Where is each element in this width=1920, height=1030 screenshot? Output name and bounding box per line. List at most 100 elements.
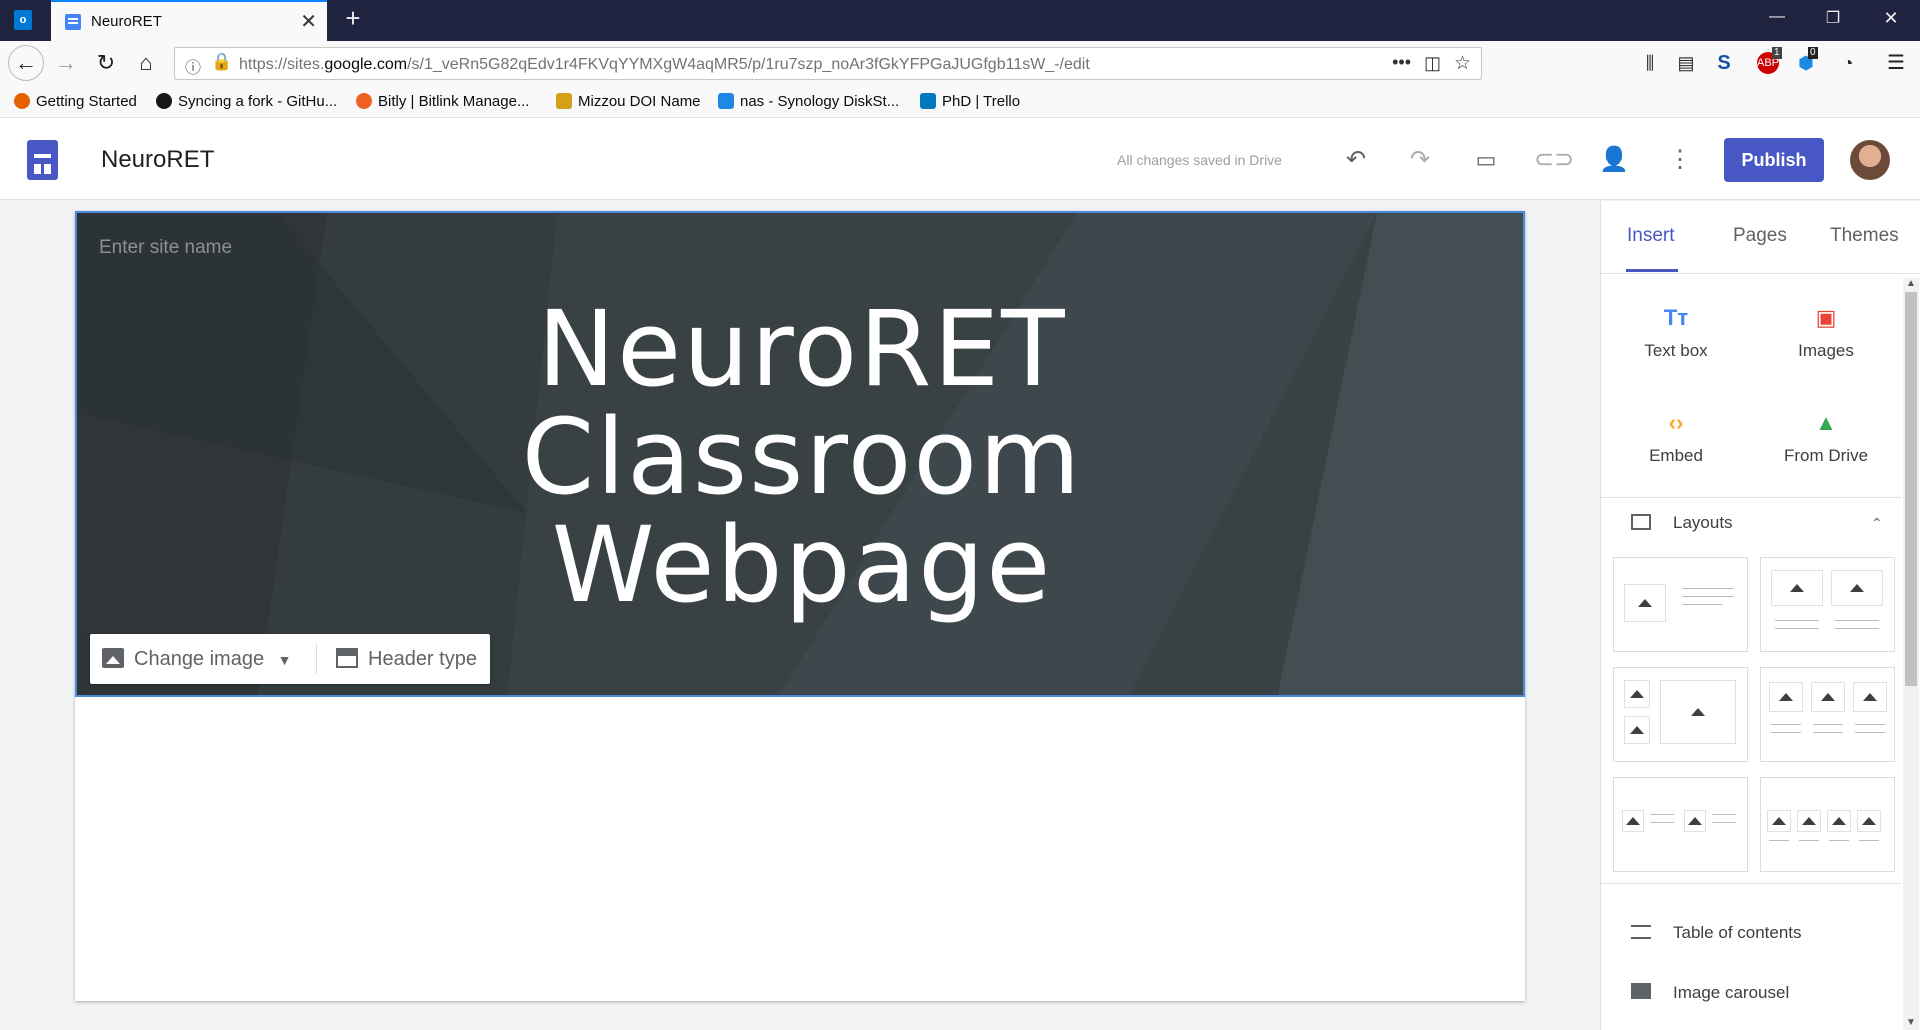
tab-themes[interactable]: Themes — [1830, 225, 1899, 247]
scrollbar-thumb[interactable] — [1905, 292, 1917, 686]
title-line: Classroom — [521, 396, 1083, 518]
close-tab-icon[interactable]: ✕ — [300, 9, 317, 34]
bookmark-item[interactable]: Mizzou DOI Name — [556, 93, 701, 110]
reload-icon[interactable]: ↻ — [90, 47, 122, 79]
home-icon[interactable]: ⌂ — [130, 47, 162, 79]
menu-icon[interactable]: ☰ — [1880, 47, 1912, 79]
text-line — [1813, 724, 1843, 725]
image-icon: ▣ — [1815, 305, 1837, 330]
share-add-person-icon[interactable]: 👤 — [1598, 146, 1630, 174]
text-line — [1682, 604, 1722, 605]
bookmark-item[interactable]: PhD | Trello — [920, 93, 1020, 110]
window-close-icon[interactable]: ✕ — [1876, 8, 1906, 32]
image-placeholder-icon — [1831, 570, 1883, 606]
preview-devices-icon[interactable]: ▭ — [1470, 146, 1502, 174]
outlook-icon[interactable]: o — [14, 10, 32, 30]
more-options-icon[interactable]: ⋮ — [1664, 146, 1696, 174]
text-line — [1799, 840, 1819, 841]
navigation-bar: ← → ↻ ⌂ ⓘ 🔒 https://sites.google.com/s/1… — [0, 41, 1920, 85]
layout-option[interactable] — [1760, 777, 1895, 872]
collapse-chevron-icon[interactable]: ⌃ — [1871, 515, 1883, 532]
change-image-button[interactable]: Change image ▼ — [102, 634, 292, 684]
skype-extension-icon[interactable]: S — [1708, 47, 1740, 79]
layout-option[interactable] — [1760, 667, 1895, 762]
adblock-extension-icon[interactable]: ABP 1 — [1752, 47, 1784, 79]
avatar[interactable] — [1850, 140, 1890, 180]
sync-extension-icon[interactable]: ◔ — [1832, 47, 1864, 79]
forward-icon[interactable]: → — [50, 47, 82, 79]
image-placeholder-icon — [1624, 584, 1666, 622]
insert-label: Text box — [1644, 341, 1708, 360]
insert-images[interactable]: ▣ Images — [1751, 305, 1901, 361]
text-line — [1813, 732, 1843, 733]
pocket-icon[interactable]: ◫ — [1424, 53, 1441, 74]
layout-option[interactable] — [1760, 557, 1895, 652]
back-icon[interactable]: ← — [8, 45, 44, 81]
insert-image-carousel[interactable]: Image carousel — [1631, 983, 1789, 1003]
scroll-down-icon[interactable]: ▼ — [1906, 1017, 1916, 1028]
image-placeholder-icon — [1797, 810, 1821, 832]
restore-icon[interactable]: ❐ — [1818, 8, 1848, 32]
insert-from-drive[interactable]: ▲ From Drive — [1751, 410, 1901, 466]
info-icon[interactable]: ⓘ — [185, 54, 201, 78]
tab-insert[interactable]: Insert — [1627, 225, 1675, 247]
image-placeholder-icon — [1767, 810, 1791, 832]
header-banner[interactable]: Enter site name NeuroRET Classroom Webpa… — [75, 211, 1525, 697]
url-text: https://sites.google.com/s/1_veRn5G82qEd… — [239, 56, 1090, 73]
google-drive-icon: ▲ — [1815, 410, 1837, 435]
image-placeholder-icon — [1771, 570, 1823, 606]
image-icon — [102, 648, 124, 668]
text-line — [1682, 596, 1734, 597]
panel-scrollbar[interactable]: ▲ ▼ — [1903, 278, 1919, 1030]
minimize-icon[interactable]: — — [1762, 8, 1792, 32]
library-icon[interactable]: ⫼ — [1634, 47, 1666, 79]
bookmark-item[interactable]: Getting Started — [14, 93, 137, 110]
toolbar-divider — [316, 644, 317, 674]
redo-icon[interactable]: ↷ — [1404, 146, 1436, 174]
publish-button[interactable]: Publish — [1724, 138, 1824, 182]
layout-option[interactable] — [1613, 777, 1748, 872]
tab-title: NeuroRET — [91, 13, 162, 30]
undo-icon[interactable]: ↶ — [1340, 146, 1372, 174]
bookmark-item[interactable]: Syncing a fork - GitHu... — [156, 93, 337, 110]
bookmark-star-icon[interactable]: ☆ — [1454, 52, 1471, 75]
header-type-button[interactable]: Header type — [336, 634, 477, 684]
new-tab-button[interactable]: + — [338, 4, 368, 34]
sidebar-icon[interactable]: ▤ — [1670, 47, 1702, 79]
banner-toolbar: Change image ▼ Header type — [90, 634, 490, 684]
text-line — [1769, 840, 1789, 841]
browser-tab[interactable]: NeuroRET ✕ — [51, 0, 327, 41]
text-line — [1859, 840, 1879, 841]
image-placeholder-icon — [1624, 716, 1650, 744]
image-placeholder-icon — [1660, 680, 1736, 744]
dropdown-arrow-icon: ▼ — [277, 652, 292, 668]
insert-text-box[interactable]: Tт Text box — [1601, 305, 1751, 361]
insert-table-of-contents[interactable]: Table of contents — [1631, 923, 1802, 943]
title-line: NeuroRET — [537, 288, 1067, 410]
lock-icon: 🔒 — [211, 52, 233, 71]
text-line — [1650, 822, 1674, 823]
text-line — [1775, 620, 1819, 621]
image-placeholder-icon — [1622, 810, 1644, 832]
text-box-icon: Tт — [1663, 305, 1689, 330]
text-line — [1650, 814, 1674, 815]
url-bar[interactable]: ⓘ 🔒 https://sites.google.com/s/1_veRn5G8… — [174, 47, 1482, 80]
google-sites-logo-icon[interactable] — [27, 140, 58, 180]
link-icon[interactable]: ⊂⊃ — [1534, 146, 1574, 174]
bookmark-item[interactable]: Bitly | Bitlink Manage... — [356, 93, 529, 110]
page-actions-icon[interactable]: ••• — [1392, 52, 1411, 73]
insert-embed[interactable]: ‹› Embed — [1601, 410, 1751, 466]
layouts-header[interactable]: Layouts — [1631, 513, 1733, 533]
layout-option[interactable] — [1613, 557, 1748, 652]
site-name-input[interactable]: Enter site name — [99, 237, 232, 259]
page-title[interactable]: NeuroRET Classroom Webpage — [377, 295, 1227, 619]
page-canvas[interactable]: Enter site name NeuroRET Classroom Webpa… — [75, 211, 1525, 1001]
notification-extension-icon[interactable]: ⬢ 0 — [1790, 47, 1822, 79]
tab-pages[interactable]: Pages — [1733, 225, 1787, 247]
scroll-up-icon[interactable]: ▲ — [1906, 278, 1916, 289]
site-document-title[interactable]: NeuroRET — [101, 146, 214, 174]
layout-option[interactable] — [1613, 667, 1748, 762]
bookmark-item[interactable]: nas - Synology DiskSt... — [718, 93, 899, 110]
trello-icon — [920, 93, 936, 109]
doi-icon — [556, 93, 572, 109]
